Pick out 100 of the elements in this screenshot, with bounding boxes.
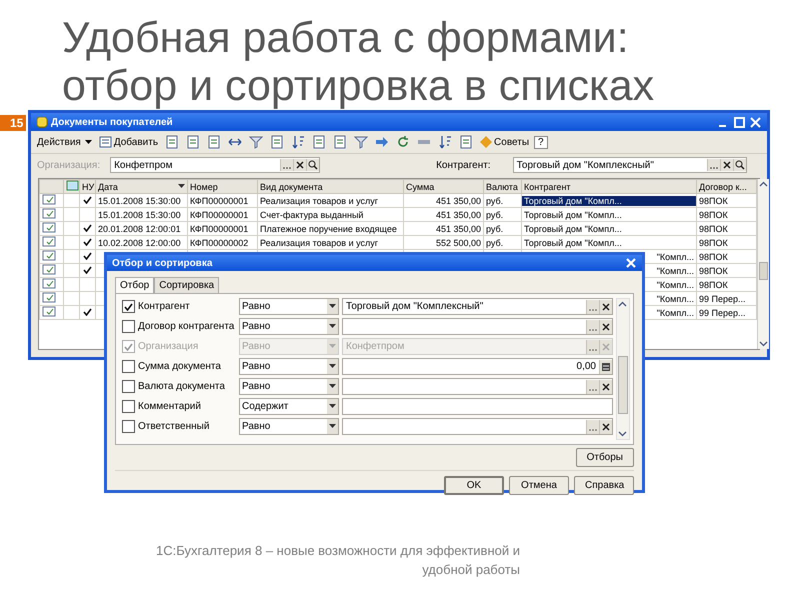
- checkbox[interactable]: [122, 320, 135, 333]
- maximize-icon[interactable]: [733, 116, 746, 128]
- value-field[interactable]: [342, 398, 613, 415]
- value-field[interactable]: Торговый дом "Комплексный": [342, 298, 613, 315]
- scroll-thumb[interactable]: [618, 356, 628, 414]
- condition-label: Ответственный: [138, 421, 210, 432]
- column-header[interactable]: Контрагент: [522, 180, 696, 194]
- checkbox[interactable]: [122, 300, 135, 313]
- filter-field[interactable]: Торговый дом "Комплексный": [512, 157, 747, 173]
- dots-icon[interactable]: [586, 420, 599, 434]
- page-icon[interactable]: [312, 135, 326, 149]
- table-cell: руб.: [486, 224, 504, 234]
- filters-button[interactable]: Отборы: [576, 448, 634, 467]
- dots-icon[interactable]: [586, 340, 599, 354]
- value-field[interactable]: [342, 318, 613, 335]
- comparison-dropdown[interactable]: Равно: [239, 298, 339, 315]
- actions-menu[interactable]: Действия: [35, 136, 94, 148]
- table-cell: 451 350,00: [436, 224, 481, 234]
- page-icon[interactable]: [165, 135, 180, 149]
- funnel-icon[interactable]: [249, 135, 264, 149]
- column-header[interactable]: Дата: [96, 180, 188, 194]
- close-icon[interactable]: [625, 257, 637, 269]
- value-field[interactable]: [342, 378, 613, 395]
- checkbox[interactable]: [122, 420, 135, 433]
- table-cell: 15.01.2008 15:30:00: [98, 210, 181, 220]
- value-field[interactable]: 0,00: [342, 358, 613, 375]
- search-icon[interactable]: [306, 159, 320, 171]
- table-cell[interactable]: "Компл...: [656, 266, 694, 276]
- dialog-button[interactable]: Справка: [574, 476, 634, 495]
- dialog-button[interactable]: Отмена: [509, 476, 569, 495]
- check-cell[interactable]: [80, 236, 96, 250]
- column-header[interactable]: Номер: [188, 180, 258, 194]
- table-cell[interactable]: "Компл...: [656, 308, 694, 318]
- dots-icon[interactable]: [586, 380, 599, 394]
- clear-icon[interactable]: [720, 159, 733, 171]
- column-header[interactable]: Вид документа: [258, 180, 404, 194]
- page-icon[interactable]: [459, 135, 474, 149]
- page-icon[interactable]: [270, 135, 284, 149]
- comparison-dropdown[interactable]: Равно: [239, 418, 339, 435]
- tips-button[interactable]: Советы: [478, 135, 532, 149]
- table-cell[interactable]: "Компл...: [656, 294, 694, 304]
- column-header[interactable]: НУ: [80, 180, 96, 194]
- column-header[interactable]: Договор к...: [696, 180, 756, 194]
- comparison-dropdown[interactable]: Равно: [239, 378, 339, 395]
- table-cell[interactable]: "Компл...: [656, 280, 694, 290]
- scrollbar[interactable]: [616, 298, 630, 440]
- search-icon[interactable]: [732, 159, 746, 171]
- page-icon[interactable]: [207, 135, 222, 149]
- dots-icon[interactable]: [280, 159, 294, 171]
- condition-label: Договор контрагента: [138, 321, 234, 332]
- check-cell[interactable]: [80, 306, 96, 320]
- table-cell[interactable]: Торговый дом "Компл...: [522, 196, 696, 206]
- dots-icon[interactable]: [586, 300, 599, 314]
- clear-icon[interactable]: [599, 300, 612, 314]
- tab[interactable]: Отбор: [115, 277, 154, 293]
- help-button[interactable]: ?: [534, 136, 548, 148]
- scroll-thumb[interactable]: [759, 262, 768, 280]
- checkbox[interactable]: [122, 360, 135, 373]
- comparison-dropdown[interactable]: Содержит: [239, 398, 339, 415]
- check-cell[interactable]: [80, 194, 96, 208]
- add-button[interactable]: Добавить: [96, 135, 160, 149]
- check-cell[interactable]: [80, 222, 96, 236]
- check-icon: [83, 196, 92, 204]
- table-cell: 552 500,00: [436, 238, 481, 248]
- arrow-icon[interactable]: [375, 135, 390, 149]
- dots-icon[interactable]: [586, 320, 599, 334]
- page-icon[interactable]: [333, 135, 348, 149]
- document-icon: [42, 250, 56, 261]
- clear-icon[interactable]: [599, 380, 612, 394]
- table-cell: 99 Перер...: [699, 294, 746, 304]
- clear-icon[interactable]: [293, 159, 306, 171]
- check-cell[interactable]: [80, 278, 96, 292]
- table-cell: 98ПОК: [699, 210, 728, 220]
- page-icon[interactable]: [186, 135, 200, 149]
- close-icon[interactable]: [749, 116, 762, 128]
- refresh-icon[interactable]: [396, 135, 410, 149]
- check-cell[interactable]: [80, 264, 96, 278]
- dots-icon[interactable]: [706, 159, 720, 171]
- column-header[interactable]: Сумма: [404, 180, 484, 194]
- clear-icon[interactable]: [599, 320, 612, 334]
- comparison-dropdown[interactable]: Равно: [239, 318, 339, 335]
- table-cell[interactable]: "Компл...: [656, 252, 694, 262]
- check-cell[interactable]: [80, 250, 96, 264]
- check-cell[interactable]: [80, 208, 96, 222]
- value-field[interactable]: [342, 418, 613, 435]
- column-header[interactable]: Валюта: [484, 180, 522, 194]
- check-cell[interactable]: [80, 292, 96, 306]
- clear-icon[interactable]: [599, 420, 612, 434]
- checkbox[interactable]: [122, 400, 135, 413]
- condition-label: Организация: [138, 341, 198, 352]
- tab[interactable]: Сортировка: [154, 277, 220, 293]
- checkbox[interactable]: [122, 380, 135, 393]
- table-cell: руб.: [486, 210, 504, 220]
- comparison-dropdown[interactable]: Равно: [239, 358, 339, 375]
- sort-icon[interactable]: [291, 135, 306, 149]
- calculator-icon[interactable]: [599, 360, 612, 374]
- funnel-icon[interactable]: [354, 135, 368, 149]
- sort-icon[interactable]: [438, 135, 452, 149]
- scrollbar[interactable]: [757, 179, 769, 349]
- dialog-button[interactable]: OK: [444, 476, 504, 495]
